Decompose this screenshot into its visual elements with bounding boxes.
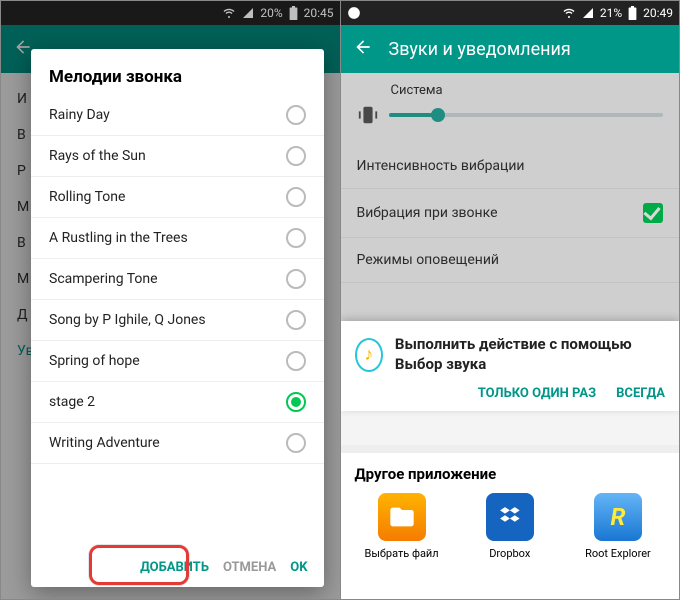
app-choose-file[interactable]: Выбрать файл [355, 493, 449, 560]
ringtone-label: Writing Adventure [49, 435, 160, 451]
app-dropbox[interactable]: Dropbox [463, 493, 557, 560]
other-apps-title: Другое приложение [355, 465, 666, 483]
other-apps-section: Другое приложение Выбрать файл Dropbox [341, 445, 680, 599]
action-chooser: ♪ Выполнить действие с помощью Выбор зву… [341, 321, 680, 411]
phone-right: 21% 20:49 Звуки и уведомления Система [341, 1, 680, 599]
radio-icon[interactable] [286, 228, 306, 248]
ringtone-item[interactable]: Rainy Day [31, 95, 324, 136]
just-once-button[interactable]: ТОЛЬКО ОДИН РАЗ [478, 386, 596, 401]
app-root-explorer[interactable]: R Root Explorer [571, 493, 665, 560]
ringtone-item[interactable]: Rolling Tone [31, 177, 324, 218]
system-volume-row: Система [341, 73, 680, 144]
ringtone-item[interactable]: Spring of hope [31, 341, 324, 382]
row-label: Режимы оповещений [357, 252, 500, 268]
system-label: Система [391, 83, 664, 98]
vibrate-on-call-row[interactable]: Вибрация при звонке [341, 189, 680, 238]
clock-text: 20:49 [643, 6, 673, 20]
ringtone-label: A Rustling in the Trees [49, 230, 188, 246]
ringtone-label: Spring of hope [49, 353, 140, 369]
folder-icon [378, 493, 426, 541]
sound-picker-icon: ♪ [355, 338, 383, 372]
ringtone-label: Rainy Day [49, 107, 110, 123]
radio-icon[interactable] [286, 310, 306, 330]
volume-slider[interactable] [389, 113, 664, 117]
dialog-title: Мелодии звонка [31, 67, 324, 95]
ringtone-label: Scampering Tone [49, 271, 158, 287]
radio-icon[interactable] [286, 146, 306, 166]
radio-icon[interactable] [286, 433, 306, 453]
phone-left: 20% 20:45 И B P M B M Д Уведомление Мело… [1, 1, 341, 599]
cancel-button[interactable]: ОТМЕНА [223, 560, 276, 575]
ringtone-item[interactable]: A Rustling in the Trees [31, 218, 324, 259]
wifi-icon [562, 7, 576, 19]
page-title: Звуки и уведомления [389, 39, 571, 60]
chooser-text: Выполнить действие с помощью Выбор звука [395, 335, 665, 374]
back-icon[interactable] [353, 37, 373, 62]
ringtone-item[interactable]: Writing Adventure [31, 423, 324, 464]
ringtone-item[interactable]: stage 2 [31, 382, 324, 423]
dropbox-icon [486, 493, 534, 541]
row-label: Интенсивность вибрации [357, 158, 525, 174]
ringtone-label: Song by P Ighile, Q Jones [49, 312, 206, 328]
ringtone-item[interactable]: Rays of the Sun [31, 136, 324, 177]
radio-icon[interactable] [286, 269, 306, 289]
always-button[interactable]: ВСЕГДА [616, 386, 665, 401]
battery-text: 21% [600, 6, 622, 20]
ringtone-item[interactable]: Scampering Tone [31, 259, 324, 300]
radio-icon[interactable] [286, 351, 306, 371]
ringtone-dialog: Мелодии звонка Rainy Day Rays of the Sun… [31, 49, 324, 587]
checkbox-checked-icon[interactable] [643, 203, 663, 223]
vibration-intensity-row[interactable]: Интенсивность вибрации [341, 144, 680, 189]
highlight-annotation [89, 545, 189, 585]
radio-icon[interactable] [286, 392, 306, 412]
spotify-icon [347, 6, 361, 20]
row-label: Вибрация при звонке [357, 205, 498, 221]
status-bar: 21% 20:49 [341, 1, 680, 25]
ok-button[interactable]: OK [290, 560, 307, 575]
settings-content: Система Интенсивность вибрации Вибрация … [341, 73, 680, 599]
device-vibrate-icon [357, 104, 379, 126]
ringtone-item[interactable]: Song by P Ighile, Q Jones [31, 300, 324, 341]
notification-modes-row[interactable]: Режимы оповещений [341, 238, 680, 283]
ringtone-list[interactable]: Rainy Day Rays of the Sun Rolling Tone A… [31, 95, 324, 550]
ringtone-label: Rays of the Sun [49, 148, 146, 164]
root-explorer-icon: R [594, 493, 642, 541]
ringtone-label: stage 2 [49, 394, 95, 410]
app-label: Root Explorer [585, 547, 651, 560]
actionbar: Звуки и уведомления [341, 25, 680, 73]
radio-icon[interactable] [286, 187, 306, 207]
radio-icon[interactable] [286, 105, 306, 125]
battery-icon [628, 6, 637, 20]
ringtone-label: Rolling Tone [49, 189, 125, 205]
app-label: Выбрать файл [365, 547, 439, 560]
signal-icon [582, 7, 594, 19]
app-label: Dropbox [489, 547, 530, 560]
